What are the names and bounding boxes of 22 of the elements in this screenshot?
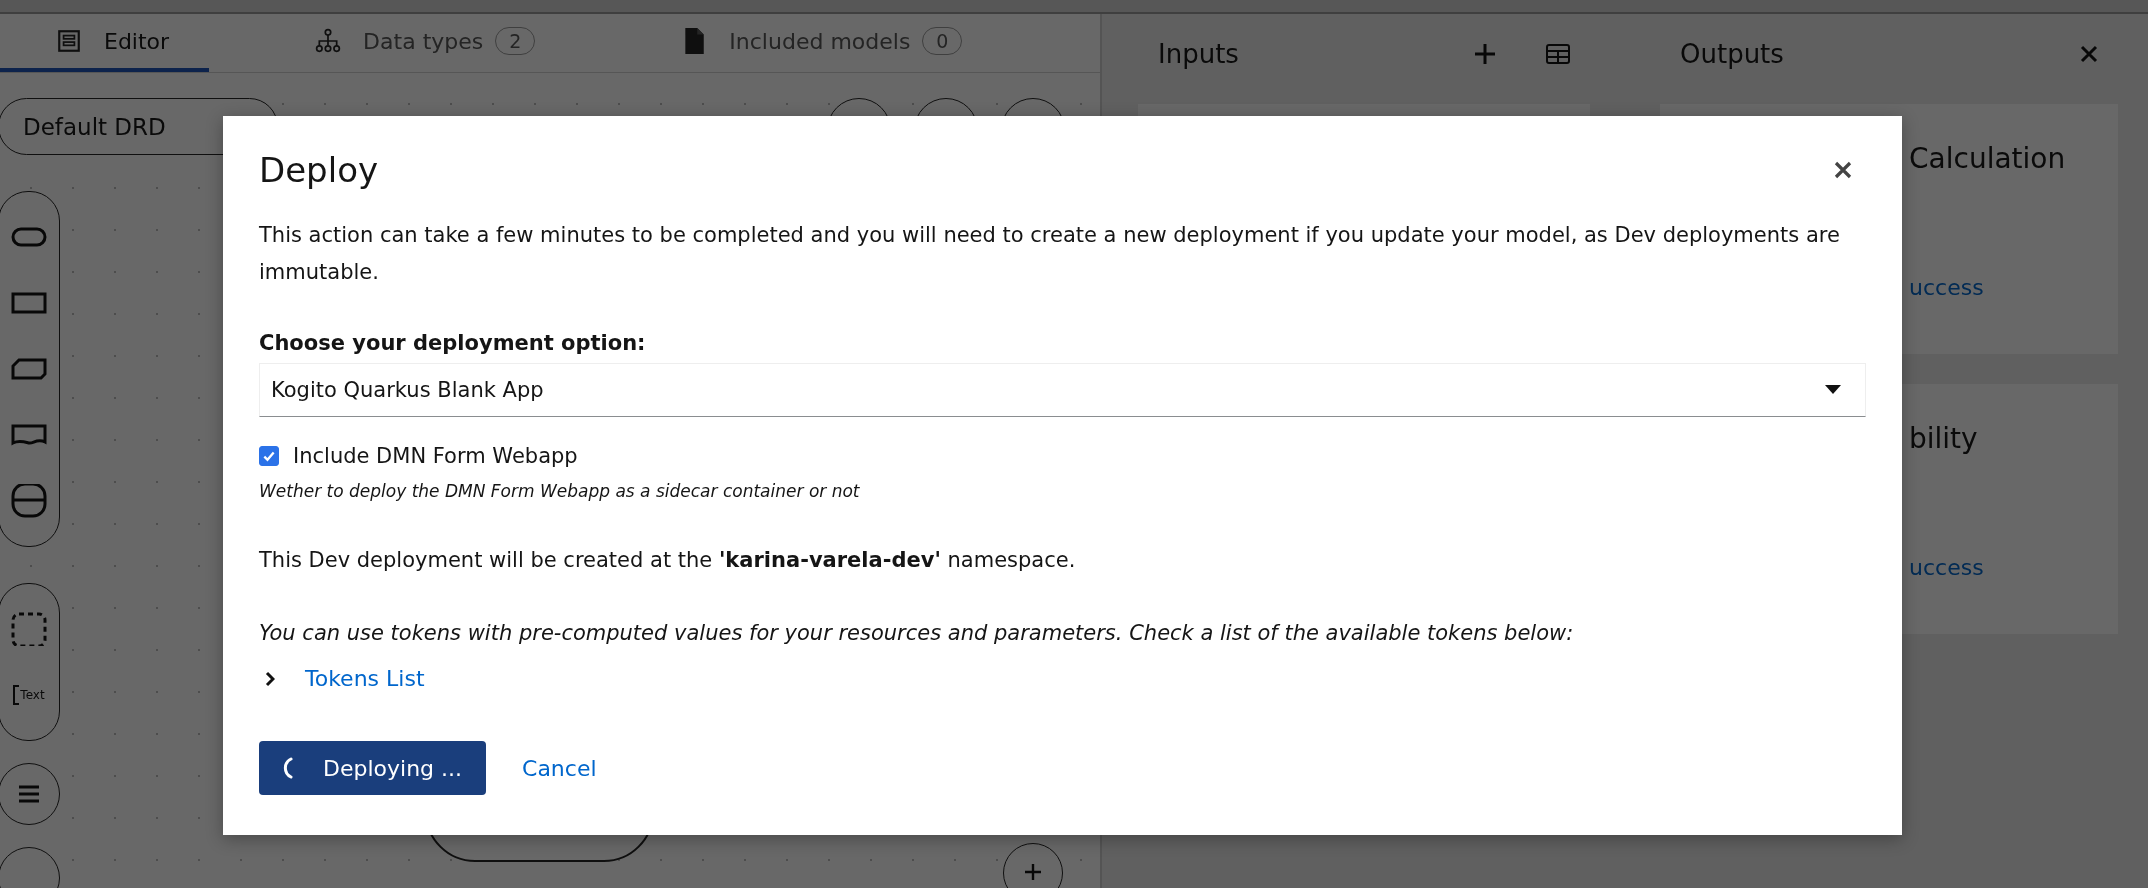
tab[interactable]: Included models 0 bbox=[625, 14, 1003, 72]
deploy-button[interactable]: Deploying ... bbox=[259, 741, 487, 795]
checkbox-label: Include DMN Form Webapp bbox=[293, 444, 578, 468]
description-text: This action can take a few minutes to be completed and you will need to create a new deployment if you update your model, as Dev deployments are immutable. bbox=[259, 222, 1841, 286]
tab-label: Data types bbox=[363, 28, 484, 54]
palette-item[interactable]: Text bbox=[0, 664, 59, 726]
cancel-button[interactable]: Cancel bbox=[522, 755, 597, 781]
field-label: Choose your deployment option: bbox=[259, 331, 646, 355]
tab-label: Editor bbox=[104, 28, 170, 54]
deployment-option-select[interactable]: Kogito Quarkus Blank App bbox=[259, 363, 1866, 417]
tokens-note: You can use tokens with pre-computed values for your resources and parameters. Check a list of the available tokens below: bbox=[259, 621, 1574, 645]
panel-title: Outputs bbox=[1680, 39, 1784, 69]
helper-text: Wether to deploy the DMN Form Webapp as a sidecar container or not bbox=[259, 481, 860, 501]
result-link[interactable]: uccess bbox=[1909, 555, 2118, 580]
output-title: Calculation bbox=[1909, 142, 2067, 175]
tab[interactable]: Data types 2 bbox=[259, 14, 576, 72]
output-title: bility bbox=[1909, 422, 1979, 455]
tokens-list-link[interactable]: Tokens List bbox=[305, 666, 425, 691]
tab-label: Included models bbox=[729, 28, 911, 54]
panel-title: Inputs bbox=[1158, 39, 1239, 69]
namespace-text: This Dev deployment will be created at the 'karina-varela-dev' namespace. bbox=[259, 548, 1076, 572]
result-link[interactable]: uccess bbox=[1909, 275, 2118, 300]
